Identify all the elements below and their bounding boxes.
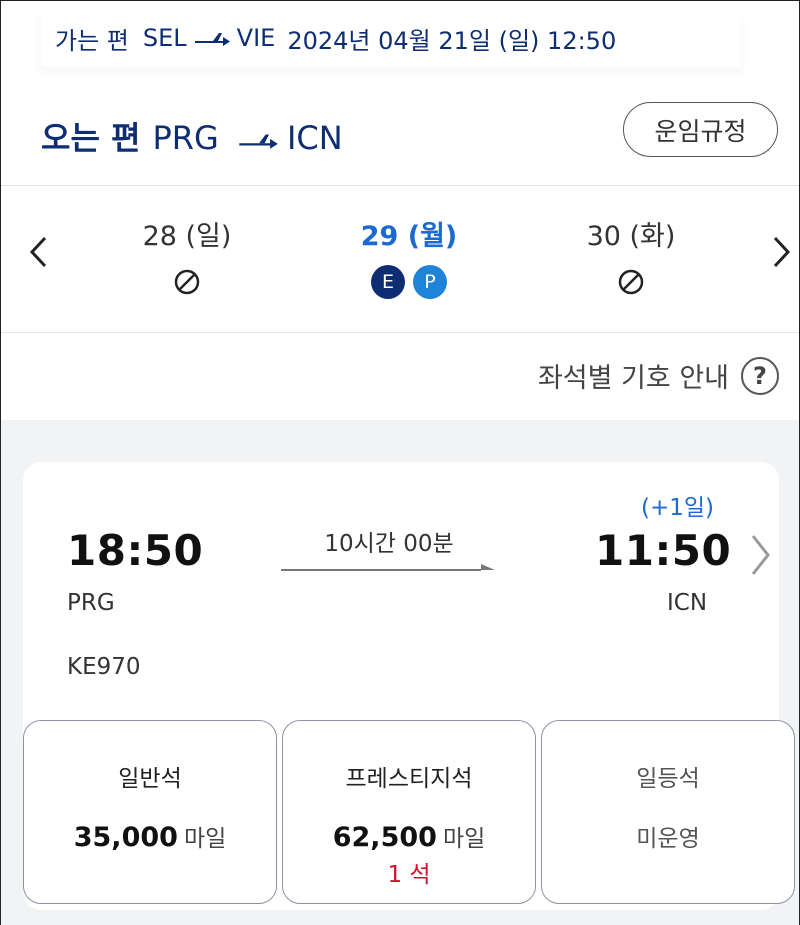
- cabin-economy[interactable]: 일반석 35,000 마일: [23, 720, 277, 904]
- duration-arrow-icon: [281, 564, 495, 571]
- departure-airport: PRG: [67, 590, 115, 616]
- fare-rules-button[interactable]: 운임규정: [623, 102, 778, 157]
- return-destination: ICN: [286, 119, 343, 157]
- outbound-label: 가는 편: [55, 26, 129, 55]
- cabin-name: 일반석: [118, 766, 182, 792]
- return-origin: PRG: [152, 119, 219, 157]
- cabin-price: 62,500 마일: [283, 819, 535, 853]
- cabin-first: 일등석 미운영: [541, 720, 795, 904]
- price-unit: 마일: [442, 826, 486, 852]
- flight-card[interactable]: (+1일) 18:50 10시간 00분 11:50 PRG ICN KE970…: [23, 462, 795, 910]
- return-label: 오는 편: [41, 119, 141, 157]
- seat-legend-link[interactable]: 좌석별 기호 안내 ?: [538, 356, 779, 395]
- chevron-right-icon[interactable]: [747, 532, 773, 578]
- cabin-prestige[interactable]: 프레스티지석 62,500 마일 1 석: [282, 720, 536, 904]
- date-label: 28 (일): [142, 221, 232, 252]
- cabin-options: 일반석 35,000 마일 프레스티지석 62,500 마일 1 석 일등석 미운영: [23, 720, 795, 906]
- price-value: 62,500: [332, 822, 437, 853]
- cabin-status: 미운영: [636, 826, 700, 852]
- outbound-destination: VIE: [236, 24, 276, 52]
- chevron-right-icon[interactable]: [769, 235, 793, 269]
- return-title: 오는 편 PRG ICN: [41, 113, 343, 159]
- legend-row: 좌석별 기호 안내 ?: [1, 334, 799, 420]
- plus-day-indicator: (+1일): [641, 495, 715, 521]
- seats-remaining: 1 석: [387, 862, 431, 888]
- price-value: 35,000: [73, 822, 178, 853]
- date-label: 30 (화): [586, 221, 676, 252]
- route-arrow-icon: [239, 134, 278, 149]
- cabin-name: 프레스티지석: [345, 766, 473, 792]
- departure-time: 18:50: [67, 526, 204, 575]
- seat-legend-label: 좌석별 기호 안내: [537, 363, 729, 394]
- flight-duration: 10시간 00분: [324, 531, 454, 557]
- cabin-name: 일등석: [636, 766, 700, 792]
- outbound-origin: SEL: [142, 24, 187, 52]
- outbound-summary: 가는 편 SEL VIE 2024년 04월 21일 (일) 12:50: [41, 9, 741, 67]
- no-flight-icon: [618, 269, 644, 295]
- arrival-airport: ICN: [667, 590, 708, 616]
- outbound-datetime: 2024년 04월 21일 (일) 12:50: [287, 26, 617, 55]
- economy-badge-icon: E: [371, 265, 405, 299]
- no-flight-icon: [174, 269, 200, 295]
- date-option-29[interactable]: 29 (월) E P: [309, 217, 509, 299]
- results-area: (+1일) 18:50 10시간 00분 11:50 PRG ICN KE970…: [1, 420, 799, 925]
- help-icon: ?: [741, 356, 779, 395]
- arrival-time: 11:50: [595, 526, 732, 575]
- date-option-28[interactable]: 28 (일): [87, 217, 287, 299]
- chevron-left-icon[interactable]: [27, 235, 51, 269]
- cabin-price: 35,000 마일: [24, 819, 276, 853]
- prestige-badge-icon: P: [413, 265, 447, 299]
- date-label: 29 (월): [360, 221, 458, 252]
- date-selector: 28 (일) 29 (월) E P 30 (화): [1, 187, 799, 333]
- return-header: 오는 편 PRG ICN 운임규정: [1, 91, 799, 186]
- route-arrow-icon: [194, 33, 230, 46]
- date-option-30[interactable]: 30 (화): [531, 217, 731, 299]
- flight-number: KE970: [67, 654, 141, 680]
- price-unit: 마일: [183, 826, 227, 852]
